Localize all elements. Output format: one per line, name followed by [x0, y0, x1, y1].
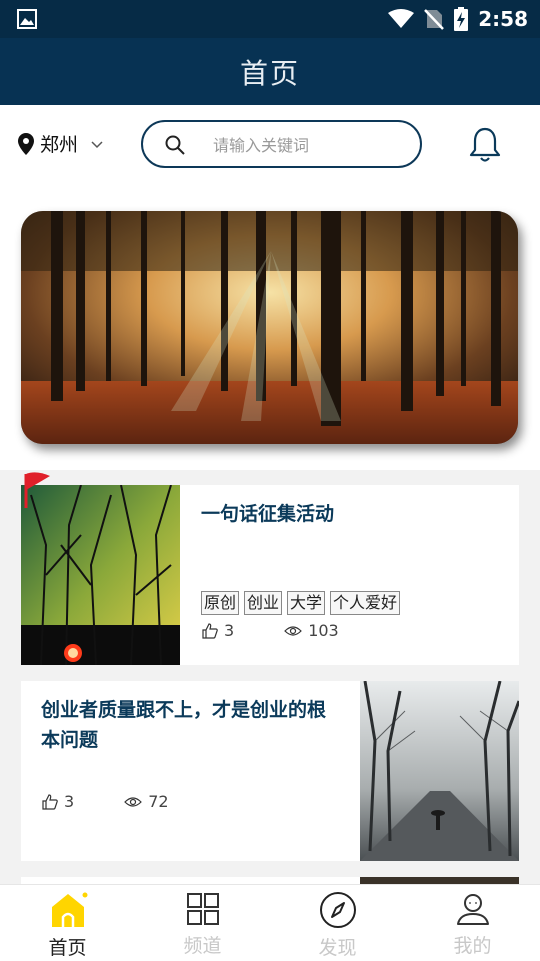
- eye-icon: [124, 796, 143, 807]
- tag-list: 原创 创业 大学 个人爱好: [201, 591, 401, 615]
- city-label: 郑州: [40, 134, 79, 156]
- chevron-down-icon: [91, 140, 103, 148]
- location-pin-icon: [18, 132, 34, 155]
- app-bar: 首页: [0, 38, 540, 105]
- flag-icon: [24, 472, 50, 508]
- no-sim-icon: [424, 9, 445, 30]
- battery-charging-icon: [454, 7, 469, 31]
- nav-label: 频道: [183, 935, 222, 957]
- article-card[interactable]: 一句话征集活动 原创 创业 大学 个人爱好 3 103: [21, 485, 519, 665]
- home-icon: [51, 892, 87, 927]
- like-stat[interactable]: 3: [42, 792, 74, 811]
- article-stats: 3 72: [42, 792, 169, 811]
- like-stat[interactable]: 3: [202, 621, 234, 640]
- thumbs-up-icon: [202, 622, 218, 639]
- search-icon: [165, 135, 185, 155]
- compass-icon: [319, 892, 356, 928]
- nav-label: 发现: [318, 937, 357, 959]
- banner-carousel[interactable]: [21, 211, 518, 444]
- bell-icon[interactable]: [469, 127, 501, 163]
- nav-profile[interactable]: 我的: [405, 885, 540, 961]
- view-count: 72: [148, 792, 169, 811]
- tag[interactable]: 原创: [201, 591, 240, 615]
- article-stats: 3 103: [202, 621, 339, 640]
- tag[interactable]: 个人爱好: [330, 591, 401, 615]
- clock: 2:58: [478, 7, 528, 31]
- nav-label: 我的: [453, 935, 492, 957]
- grid-icon: [186, 893, 219, 925]
- eye-icon: [284, 625, 303, 636]
- tag[interactable]: 大学: [287, 591, 326, 615]
- search-input[interactable]: [211, 132, 405, 158]
- article-thumbnail: [21, 485, 180, 665]
- view-stat: 103: [284, 621, 339, 640]
- nav-discover[interactable]: 发现: [270, 885, 405, 961]
- article-title: 创业者质量跟不上，才是创业的根本问题: [41, 699, 327, 751]
- nav-home[interactable]: 首页: [0, 885, 135, 961]
- user-icon: [456, 894, 489, 925]
- nav-label: 首页: [48, 937, 87, 959]
- page-title: 首页: [239, 56, 300, 90]
- status-bar: 2:58: [0, 0, 540, 38]
- bottom-navigation: 首页 频道 发现 我的: [0, 884, 540, 961]
- tag[interactable]: 创业: [244, 591, 283, 615]
- thumbs-up-icon: [42, 793, 58, 810]
- nav-channels[interactable]: 频道: [135, 885, 270, 961]
- search-box[interactable]: [141, 120, 422, 168]
- article-thumbnail: [360, 681, 519, 861]
- like-count: 3: [224, 621, 235, 640]
- banner-image: [21, 211, 518, 444]
- image-icon: [17, 9, 37, 29]
- like-count: 3: [64, 792, 75, 811]
- location-selector[interactable]: 郑州: [18, 130, 104, 157]
- article-card[interactable]: 创业者质量跟不上，才是创业的根本问题 3 72: [21, 681, 519, 861]
- wifi-icon: [388, 9, 415, 28]
- view-count: 103: [308, 621, 339, 640]
- article-title: 一句话征集活动: [201, 503, 335, 525]
- view-stat: 72: [124, 792, 169, 811]
